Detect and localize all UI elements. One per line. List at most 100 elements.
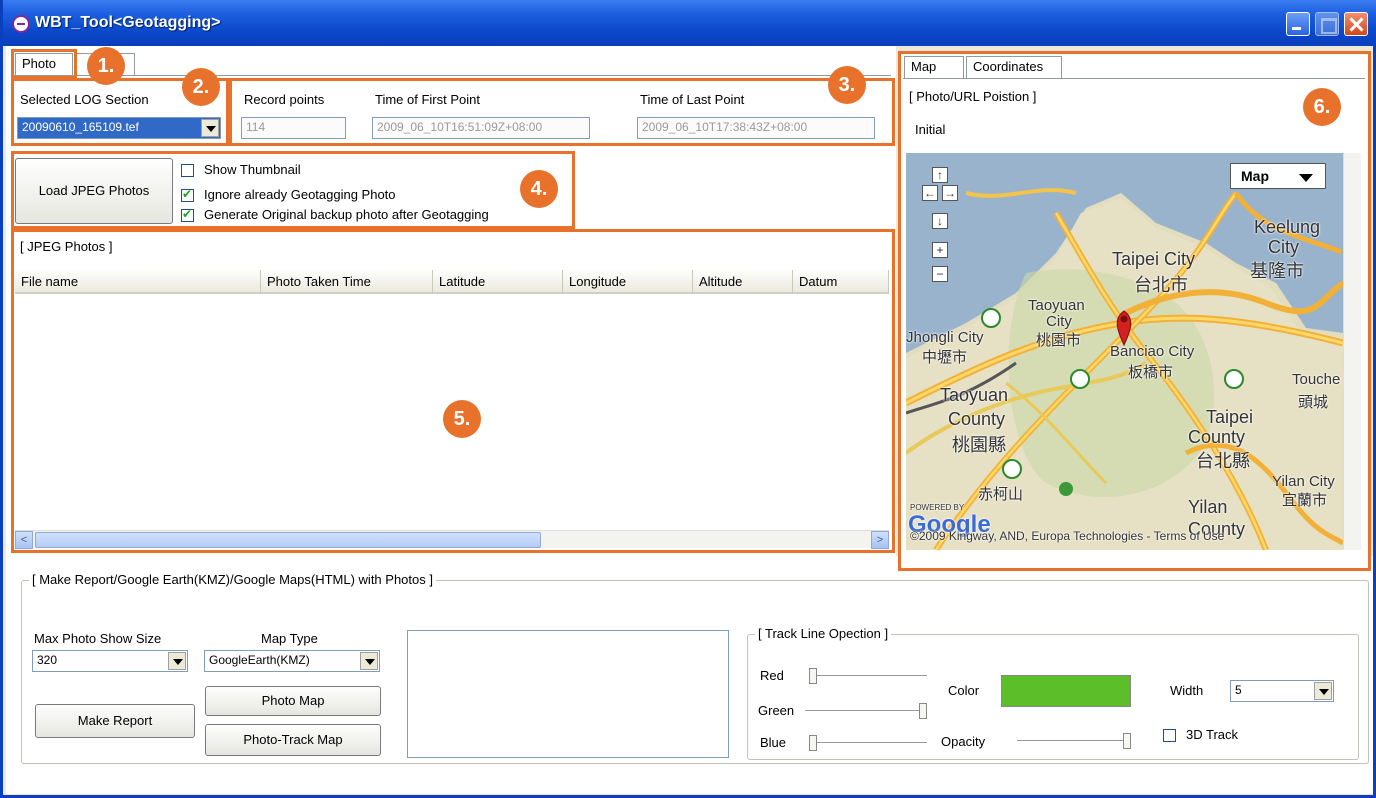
map-label-taipei-county2: County	[1188, 427, 1246, 447]
report-output-box[interactable]	[407, 630, 729, 758]
chevron-down-icon[interactable]	[360, 652, 378, 670]
map-label-taoyuan-city: City	[1046, 313, 1072, 330]
google-map[interactable]: ↑ ← → ↓ + − Map Keelung City 基隆市 Taipei …	[906, 153, 1343, 550]
map-tab-divider	[903, 78, 1365, 79]
annotation-badge-6: 6.	[1303, 88, 1341, 126]
zoom-in-button[interactable]: +	[932, 242, 948, 258]
map-label-taipei-city: Taipei City	[1112, 249, 1196, 269]
first-point-label: Time of First Point	[375, 92, 480, 107]
map-label-taoyuan: Taoyuan	[1028, 297, 1085, 314]
map-label-taipei-county-zh: 台北縣	[1196, 451, 1250, 471]
minimize-button[interactable]	[1286, 12, 1310, 36]
blue-slider[interactable]	[809, 733, 927, 753]
map-type-dropdown[interactable]: Map	[1230, 163, 1326, 189]
3d-track-label: 3D Track	[1186, 727, 1239, 742]
photo-map-button[interactable]: Photo Map	[205, 686, 381, 716]
last-point-field[interactable]: 2009_06_10T17:38:43Z+08:00	[637, 117, 875, 139]
column-datum[interactable]: Datum	[793, 270, 889, 294]
close-button[interactable]	[1344, 12, 1368, 36]
map-label-keelung-city: City	[1268, 237, 1299, 257]
width-value: 5	[1235, 683, 1242, 697]
map-label-taipei-city-zh: 台北市	[1134, 275, 1188, 295]
show-thumbnail-label: Show Thumbnail	[204, 162, 301, 177]
annotation-badge-5: 5.	[443, 400, 481, 438]
map-label-touche-zh: 頭城	[1298, 394, 1329, 411]
annotation-badge-2: 2.	[182, 68, 220, 106]
map-label-zhongli-zh: 中壢市	[922, 349, 968, 366]
map-copyright[interactable]: ©2009 Kingway, AND, Europa Technologies …	[910, 529, 1224, 543]
window-title: WBT_Tool<Geotagging>	[35, 14, 221, 31]
log-section-label: Selected LOG Section	[20, 92, 149, 107]
max-photo-size-value: 320	[37, 653, 58, 667]
tab-divider	[11, 75, 891, 76]
ignore-geotagged-checkbox[interactable]	[181, 187, 194, 202]
log-section-combo[interactable]: 20090610_165109.tef	[17, 117, 221, 139]
green-slider[interactable]	[805, 701, 927, 721]
map-label-yilan-city: Yilan City	[1272, 473, 1335, 490]
max-photo-size-label: Max Photo Show Size	[34, 631, 162, 646]
record-points-field[interactable]: 114	[241, 117, 346, 139]
position-value: Initial	[915, 122, 946, 137]
map-type-combo[interactable]: GoogleEarth(KMZ)	[204, 650, 380, 672]
backup-photo-checkbox[interactable]	[181, 207, 194, 222]
color-label: Color	[948, 683, 980, 698]
photos-horizontal-scrollbar[interactable]: < >	[15, 530, 889, 549]
map-label-yilan-city-zh: 宜蘭市	[1282, 492, 1328, 509]
column-longitude[interactable]: Longitude	[563, 270, 693, 294]
width-combo[interactable]: 5	[1230, 680, 1334, 702]
map-label-banciao: Banciao City	[1110, 343, 1195, 360]
annotation-badge-1: 1.	[87, 47, 125, 85]
position-label: [ Photo/URL Poistion ]	[909, 89, 1037, 104]
maximize-button[interactable]	[1315, 12, 1339, 36]
app-window: WBT_Tool<Geotagging> Photo Selected LOG …	[0, 0, 1376, 798]
first-point-field[interactable]: 2009_06_10T16:51:09Z+08:00	[372, 117, 590, 139]
photo-track-map-button[interactable]: Photo-Track Map	[205, 724, 381, 756]
max-photo-size-combo[interactable]: 320	[32, 650, 188, 672]
map-label-taoyuan-county-zh: 桃園縣	[952, 435, 1006, 455]
map-type-label: Map Type	[261, 631, 318, 646]
pan-right-button[interactable]: →	[942, 185, 958, 201]
opacity-slider[interactable]	[1017, 731, 1131, 751]
column-latitude[interactable]: Latitude	[433, 270, 563, 294]
chevron-down-icon[interactable]	[1314, 682, 1332, 700]
color-swatch[interactable]	[1001, 675, 1131, 707]
map-label-mountain: 赤柯山	[978, 486, 1024, 503]
last-point-label: Time of Last Point	[640, 92, 745, 107]
column-file-name[interactable]: File name	[15, 270, 261, 294]
map-label-taipei-county: Taipei	[1206, 407, 1254, 427]
map-label-taoyuan-zh: 桃園市	[1036, 332, 1082, 349]
annotation-badge-3: 3.	[828, 66, 866, 104]
scroll-right-button[interactable]: >	[871, 531, 889, 549]
pan-down-button[interactable]: ↓	[932, 213, 948, 229]
app-icon	[12, 15, 30, 33]
make-report-button[interactable]: Make Report	[35, 704, 195, 738]
scroll-left-button[interactable]: <	[15, 531, 33, 549]
pan-up-button[interactable]: ↑	[932, 167, 948, 183]
tab-coordinates[interactable]: Coordinates	[966, 56, 1062, 78]
blue-label: Blue	[760, 735, 787, 750]
pan-left-button[interactable]: ←	[922, 185, 938, 201]
zoom-out-button[interactable]: −	[932, 266, 948, 282]
column-altitude[interactable]: Altitude	[693, 270, 793, 294]
map-type-value: GoogleEarth(KMZ)	[209, 653, 310, 667]
map-label-zhongli: Jhongli City	[906, 329, 984, 346]
chevron-down-icon[interactable]	[168, 652, 186, 670]
scroll-thumb[interactable]	[35, 532, 541, 548]
opacity-label: Opacity	[941, 734, 986, 749]
column-photo-taken-time[interactable]: Photo Taken Time	[261, 270, 433, 294]
record-points-label: Record points	[244, 92, 325, 107]
3d-track-checkbox[interactable]	[1163, 729, 1176, 742]
tab-map[interactable]: Map	[904, 56, 964, 78]
report-group-title: [ Make Report/Google Earth(KMZ)/Google M…	[29, 572, 436, 587]
red-slider[interactable]	[809, 666, 927, 686]
chevron-down-icon[interactable]	[201, 119, 219, 137]
show-thumbnail-checkbox[interactable]	[181, 164, 194, 177]
track-line-title: [ Track Line Opection ]	[755, 626, 892, 641]
map-vertical-scrollbar[interactable]	[1343, 153, 1361, 550]
load-jpeg-button[interactable]: Load JPEG Photos	[15, 158, 173, 224]
photos-grid-header: File name Photo Taken Time Latitude Long…	[15, 270, 889, 294]
jpeg-photos-title: [ JPEG Photos ]	[20, 239, 113, 254]
log-section-value: 20090610_165109.tef	[22, 120, 139, 134]
tab-photo[interactable]: Photo	[15, 53, 73, 75]
title-bar[interactable]: WBT_Tool<Geotagging>	[3, 0, 1376, 46]
